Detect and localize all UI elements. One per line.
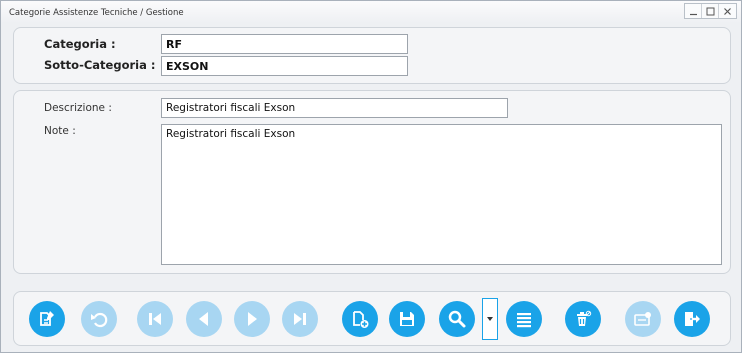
new-document-button[interactable] xyxy=(342,301,378,337)
previous-record-icon xyxy=(199,312,208,326)
print-button[interactable] xyxy=(625,301,661,337)
save-icon xyxy=(400,312,414,326)
title-bar: Categorie Assistenze Tecniche / Gestione xyxy=(1,1,741,23)
list-button[interactable] xyxy=(506,301,542,337)
undo-icon xyxy=(91,312,108,328)
edit-document-button[interactable] xyxy=(29,301,65,337)
print-icon xyxy=(634,312,651,326)
note-textarea[interactable]: Registratori fiscali Exson xyxy=(161,124,722,265)
search-button[interactable] xyxy=(439,301,475,337)
delete-icon xyxy=(577,310,592,326)
new-document-icon xyxy=(353,311,369,328)
window-title: Categorie Assistenze Tecniche / Gestione xyxy=(9,8,184,18)
first-record-button[interactable] xyxy=(137,301,173,337)
last-record-button[interactable] xyxy=(282,301,318,337)
maximize-icon[interactable] xyxy=(702,4,719,18)
last-record-icon xyxy=(294,313,306,325)
exit-icon xyxy=(685,312,700,326)
note-label: Note : xyxy=(44,125,76,137)
first-record-icon xyxy=(149,313,161,325)
dropdown-arrow-icon xyxy=(487,317,493,321)
main-window: Categorie Assistenze Tecniche / Gestione… xyxy=(0,0,742,353)
sottocategoria-label: Sotto-Categoria : xyxy=(44,58,156,72)
search-icon xyxy=(448,310,466,328)
exit-button[interactable] xyxy=(674,301,710,337)
next-record-icon xyxy=(248,312,257,326)
list-icon xyxy=(517,313,531,328)
sottocategoria-field[interactable]: EXSON xyxy=(161,56,408,76)
window-controls xyxy=(684,3,737,19)
next-record-button[interactable] xyxy=(234,301,270,337)
categoria-label: Categoria : xyxy=(44,37,116,51)
categoria-field[interactable]: RF xyxy=(161,34,408,54)
descrizione-field[interactable]: Registratori fiscali Exson xyxy=(161,98,508,118)
save-button[interactable] xyxy=(389,301,425,337)
descrizione-label: Descrizione : xyxy=(44,102,112,114)
search-dropdown-button[interactable] xyxy=(482,298,498,340)
edit-document-icon xyxy=(40,311,54,326)
close-icon[interactable] xyxy=(719,4,736,18)
undo-button[interactable] xyxy=(81,301,117,337)
minimize-icon[interactable] xyxy=(685,4,702,18)
previous-record-button[interactable] xyxy=(186,301,222,337)
delete-button[interactable] xyxy=(565,301,601,337)
